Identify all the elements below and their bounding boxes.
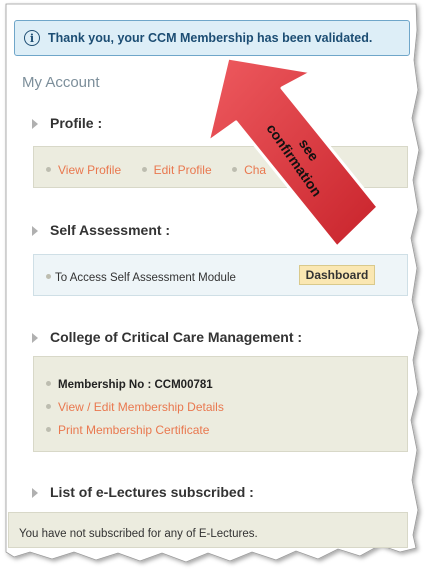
annotation-arrow: see confirmation [206,56,380,249]
